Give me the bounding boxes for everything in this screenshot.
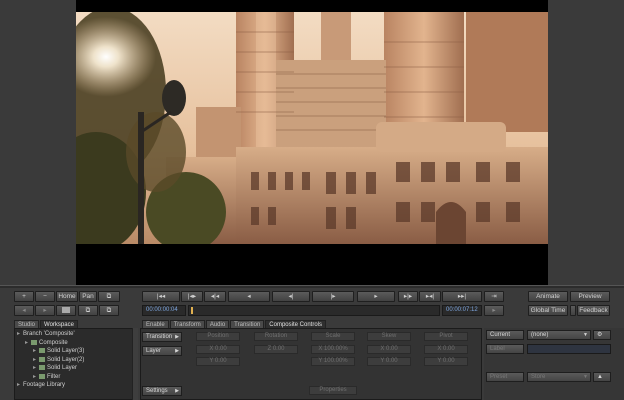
playhead-marker[interactable] (191, 307, 193, 314)
animate-button[interactable]: Animate (528, 291, 568, 302)
preset-menu-icon[interactable]: ⚙ (593, 330, 611, 340)
tree-item-label: Solid Layer(2) (47, 356, 85, 363)
tree-item[interactable]: ▸ Filter (33, 373, 60, 381)
position-x-field[interactable]: X 0.00 (196, 345, 240, 354)
go-start-icon[interactable]: |◂◂ (142, 291, 180, 302)
pan-button[interactable]: Pan (79, 291, 97, 302)
play-reverse-icon[interactable]: ◂ (228, 291, 270, 302)
home-button[interactable]: Home (56, 291, 78, 302)
rotation-header: Rotation (254, 332, 298, 341)
play-icon[interactable]: ▸ (357, 291, 395, 302)
go-end-icon[interactable]: ▸▸| (442, 291, 482, 302)
scale-x-field[interactable]: X 100.00% (311, 345, 355, 354)
mark-out-icon[interactable]: ▸◂| (419, 291, 441, 302)
properties-button[interactable]: Properties (309, 386, 357, 395)
loop-toggle-icon[interactable]: ⇥ (484, 291, 504, 302)
viewer-area (0, 0, 624, 285)
chevron-right-icon: ▶ (175, 334, 179, 340)
grid-icon[interactable]: ⧉ (78, 305, 98, 316)
layer-icon (39, 373, 45, 379)
store-menu-icon[interactable]: ▲ (593, 372, 611, 382)
frame-icon[interactable]: ⧉ (98, 291, 120, 302)
workspace-tree: ▸ Branch 'Composite' ▸ Composite ▸ Solid Laye… (14, 328, 138, 400)
timecode-start-field[interactable]: 00:00:00:04 (142, 305, 186, 316)
store-select-value: Store (531, 374, 546, 380)
layout-icon[interactable]: ⧉ (99, 305, 119, 316)
settings-label: Settings (146, 388, 168, 394)
tree-item[interactable]: ▸ Footage Library (17, 381, 65, 389)
video-frame-image (76, 12, 548, 244)
loop-icon[interactable]: ▸ (484, 305, 504, 316)
preview-button[interactable]: Preview (570, 291, 610, 302)
tree-item[interactable]: ▸ Composite (25, 339, 68, 347)
video-frame[interactable] (76, 0, 548, 285)
feedback-toggle[interactable] (570, 305, 576, 316)
tree-item-label: Footage Library (23, 382, 66, 388)
step-forward-icon[interactable]: |▸ (312, 291, 354, 302)
layer-icon (39, 356, 45, 362)
preset-select-value: (none) (531, 332, 549, 338)
step-back-key-icon[interactable]: ◂|◂ (204, 291, 226, 302)
current-label: Current (486, 330, 524, 340)
tree-item[interactable]: ▸ Solid Layer(2) (33, 356, 84, 364)
layer-icon (31, 339, 37, 345)
next-key-icon[interactable]: ▸|▸ (398, 291, 418, 302)
skew-y-field[interactable]: Y 0.00 (367, 357, 411, 366)
tree-item[interactable]: ▸ Branch 'Composite' (17, 330, 75, 338)
swatch-icon (62, 307, 70, 313)
tree-item-label: Filter (47, 373, 61, 380)
tree-scrollbar[interactable] (132, 328, 138, 400)
prev-key-icon[interactable]: |◂▸ (181, 291, 203, 302)
pivot-x-field[interactable]: X 0.00 (424, 345, 468, 354)
tree-item[interactable]: ▸ Solid Layer (33, 364, 77, 372)
transition-label: Transition (146, 334, 173, 340)
timecode-end-field[interactable]: 00:00:07:12 (442, 305, 482, 316)
separator-strip (0, 285, 624, 288)
pivot-header: Pivot (424, 332, 468, 341)
tree-item-label: Composite (39, 339, 68, 346)
label-label: Label (486, 344, 524, 354)
step-back-icon[interactable]: ◂| (272, 291, 310, 302)
color-swatch-button[interactable] (56, 305, 76, 316)
label-field[interactable] (527, 344, 611, 354)
layer-label: Layer (146, 348, 162, 354)
pivot-y-field[interactable]: Y 0.00 (424, 357, 468, 366)
store-select[interactable]: Store ▼ (527, 372, 591, 382)
scale-y-field[interactable]: Y 100.00% (311, 357, 355, 366)
zoom-in-button[interactable]: + (14, 291, 34, 302)
skew-x-field[interactable]: X 0.00 (367, 345, 411, 354)
tree-item-label: Solid Layer(3) (47, 348, 85, 354)
back-button[interactable]: ◂ (14, 305, 34, 316)
settings-dropdown[interactable]: Settings ▶ (142, 386, 182, 396)
chevron-right-icon: ▶ (175, 388, 179, 394)
forward-button[interactable]: ▸ (35, 305, 55, 316)
rotation-z-field[interactable]: Z 0.00 (254, 345, 298, 354)
tree-item-label: Branch 'Composite' (23, 331, 75, 337)
transition-dropdown[interactable]: Transition ▶ (142, 332, 182, 342)
zoom-out-button[interactable]: − (35, 291, 55, 302)
position-y-field[interactable]: Y 0.00 (196, 357, 240, 366)
preset-label: Preset (486, 372, 524, 382)
tree-item[interactable]: ▸ Solid Layer(3) (33, 347, 84, 355)
preset-select[interactable]: (none) ▼ (527, 330, 591, 340)
feedback-button[interactable]: Feedback (577, 305, 610, 316)
composite-controls-panel: Transition ▶ Layer ▶ Settings ▶ Position Ro… (140, 328, 482, 400)
position-header: Position (196, 332, 240, 341)
layer-icon (39, 365, 45, 370)
chevron-down-icon: ▼ (583, 374, 588, 380)
timeline-scrubber[interactable] (188, 305, 440, 316)
scale-header: Scale (311, 332, 355, 341)
skew-header: Skew (367, 332, 411, 341)
layer-dropdown[interactable]: Layer ▶ (142, 346, 182, 356)
chevron-right-icon: ▶ (175, 348, 179, 354)
layer-icon (39, 348, 45, 353)
tree-item-label: Solid Layer (47, 365, 78, 371)
global-time-button[interactable]: Global Time (528, 305, 568, 316)
chevron-down-icon: ▼ (583, 332, 588, 338)
preset-panel: Current (none) ▼ ⚙ Label Preset Store ▼ ▲ (484, 328, 624, 400)
